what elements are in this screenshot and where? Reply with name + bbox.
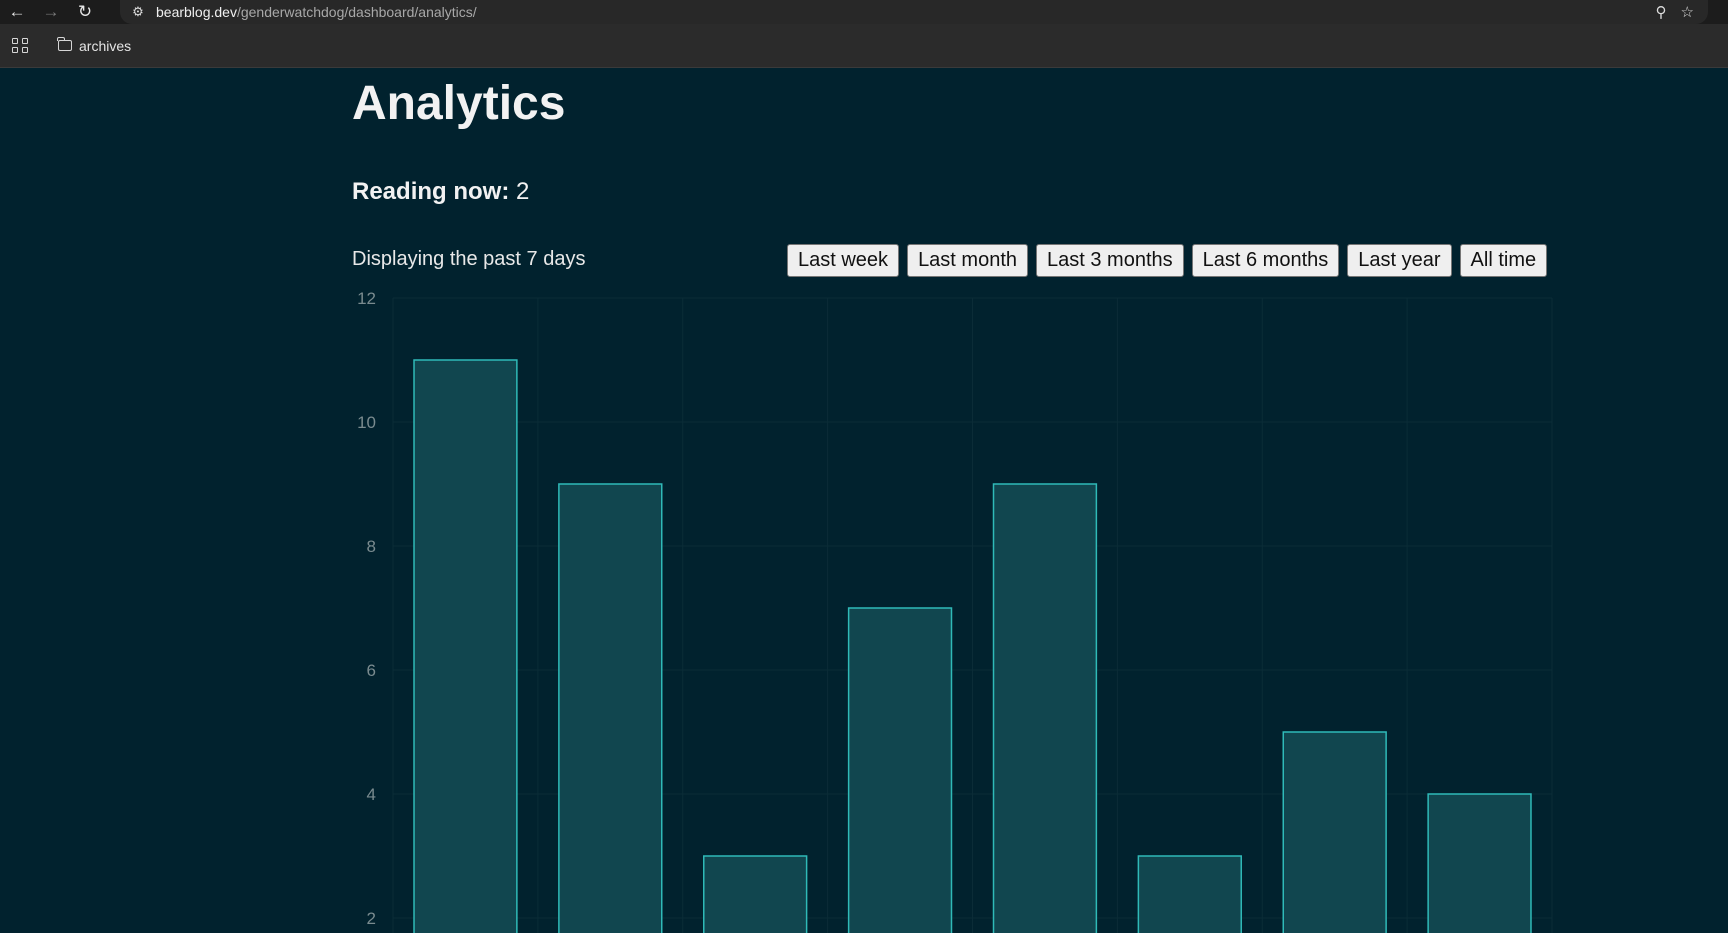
last-week-button[interactable]: Last week bbox=[787, 244, 900, 277]
all-time-button[interactable]: All time bbox=[1459, 244, 1548, 277]
y-tick-label: 10 bbox=[357, 413, 376, 432]
last-3-months-button[interactable]: Last 3 months bbox=[1036, 244, 1184, 277]
analytics-chart: 2 4 6 8 10 12 bbox=[357, 289, 1553, 933]
range-button-group: Last week Last month Last 3 months Last … bbox=[787, 244, 1548, 277]
y-tick-label: 8 bbox=[367, 537, 376, 556]
y-tick-label: 6 bbox=[367, 661, 376, 680]
chart-bar bbox=[1137, 855, 1242, 933]
reading-now: Reading now: 2 bbox=[352, 178, 529, 206]
y-tick-label: 12 bbox=[357, 289, 376, 308]
y-tick-label: 2 bbox=[367, 909, 376, 928]
chart-bar bbox=[1427, 793, 1532, 933]
chart-bar bbox=[1282, 731, 1387, 933]
reading-now-value: 2 bbox=[516, 178, 530, 205]
chart-bar bbox=[847, 607, 953, 933]
chart-bar bbox=[992, 483, 1098, 933]
reading-now-label: Reading now: bbox=[352, 178, 510, 205]
chart-bar bbox=[558, 483, 663, 933]
displaying-range-text: Displaying the past 7 days bbox=[352, 248, 586, 270]
chart-bar bbox=[703, 855, 808, 933]
page-title: Analytics bbox=[352, 77, 566, 130]
chart-bar bbox=[413, 359, 518, 933]
y-tick-label: 4 bbox=[367, 785, 376, 804]
last-month-button[interactable]: Last month bbox=[907, 244, 1029, 277]
last-6-months-button[interactable]: Last 6 months bbox=[1191, 244, 1340, 277]
last-year-button[interactable]: Last year bbox=[1347, 244, 1452, 277]
